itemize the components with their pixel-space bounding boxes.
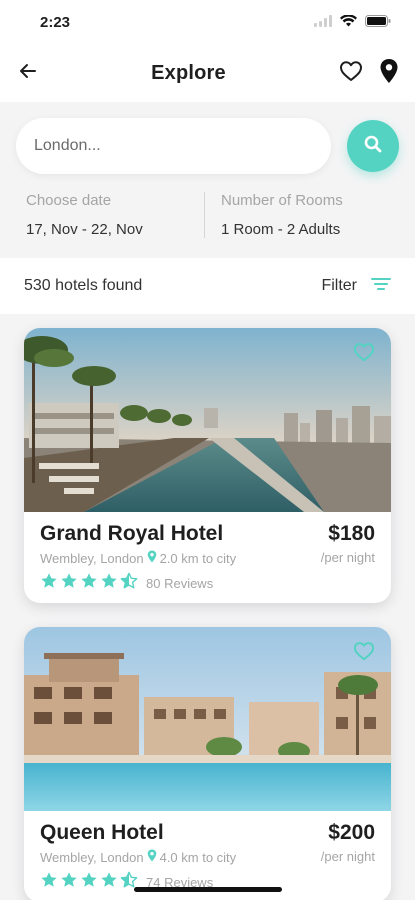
back-button[interactable] <box>18 61 38 86</box>
wifi-icon <box>340 13 357 31</box>
hotel-location: Wembley, London <box>40 550 144 566</box>
hotel-price: $200 <box>328 821 375 844</box>
hotel-rating: 80 Reviews <box>40 572 236 595</box>
home-indicator <box>133 887 282 892</box>
star-icon <box>80 572 98 595</box>
hotel-name: Queen Hotel <box>40 821 164 844</box>
heart-outline-icon <box>353 343 375 366</box>
arrow-left-icon <box>18 61 38 86</box>
hotel-image <box>24 627 391 811</box>
price-unit: /per night <box>320 849 375 864</box>
hotel-favorite-button[interactable] <box>353 342 375 367</box>
hotel-card[interactable]: Grand Royal Hotel Wembley, London 2.0 km… <box>24 328 391 603</box>
nav-bar: Explore <box>0 44 415 102</box>
app-header: 2:23 Explore <box>0 0 415 102</box>
star-icon <box>60 871 78 894</box>
map-button[interactable] <box>379 58 399 89</box>
hotel-price-block: $180 /per night <box>321 522 375 595</box>
search-button[interactable] <box>347 120 399 172</box>
hotel-image <box>24 328 391 512</box>
heart-outline-icon <box>353 642 375 665</box>
nav-actions <box>339 58 399 89</box>
star-icon <box>60 572 78 595</box>
filter-lines-icon <box>371 276 391 297</box>
rooms-picker[interactable]: Number of Rooms 1 Room - 2 Adults <box>204 192 399 238</box>
filter-panel: Choose date 17, Nov - 22, Nov Number of … <box>16 174 399 258</box>
star-icon <box>40 871 58 894</box>
price-unit: /per night <box>320 550 375 565</box>
rooftop-pool-photo <box>24 328 391 512</box>
rooms-label: Number of Rooms <box>221 192 343 209</box>
resort-pool-photo <box>24 627 391 811</box>
hotel-location-row: Wembley, London 4.0 km to city <box>40 849 236 865</box>
status-icons <box>314 13 391 31</box>
star-icon <box>80 871 98 894</box>
date-label: Choose date <box>26 192 112 209</box>
hotel-name: Grand Royal Hotel <box>40 522 224 545</box>
hotel-favorite-button[interactable] <box>353 641 375 666</box>
hotel-price-block: $200 /per night <box>321 821 375 894</box>
battery-icon <box>365 14 391 31</box>
hotel-card[interactable]: Queen Hotel Wembley, London 4.0 km to ci… <box>24 627 391 900</box>
star-icon <box>100 871 118 894</box>
hotel-distance: 2.0 km to city <box>159 550 237 566</box>
map-pin-icon <box>147 550 157 566</box>
hotel-location-row: Wembley, London 2.0 km to city <box>40 550 236 566</box>
search-input[interactable] <box>16 118 331 174</box>
status-time: 2:23 <box>40 13 71 31</box>
results-bar: 530 hotels found Filter <box>0 258 415 314</box>
hotel-details: Grand Royal Hotel Wembley, London 2.0 km… <box>40 522 236 595</box>
filter-button[interactable]: Filter <box>321 276 391 297</box>
favorites-button[interactable] <box>339 60 363 87</box>
hotel-info: Grand Royal Hotel Wembley, London 2.0 km… <box>24 512 391 603</box>
hotel-reviews: 80 Reviews <box>146 576 214 591</box>
date-picker[interactable]: Choose date 17, Nov - 22, Nov <box>26 192 204 238</box>
hotel-list: Grand Royal Hotel Wembley, London 2.0 km… <box>0 314 415 900</box>
signal-icon <box>314 14 332 31</box>
rooms-value: 1 Room - 2 Adults <box>221 221 341 238</box>
hotel-distance: 4.0 km to city <box>159 849 237 865</box>
map-pin-icon <box>147 849 157 865</box>
page-title: Explore <box>151 61 226 84</box>
star-icon <box>100 572 118 595</box>
filter-label: Filter <box>321 277 357 294</box>
hotel-price: $180 <box>328 522 375 545</box>
location-pin-icon <box>379 58 399 89</box>
results-count: 530 hotels found <box>24 277 143 294</box>
star-half-icon <box>120 572 138 595</box>
status-bar: 2:23 <box>0 0 415 44</box>
hotel-details: Queen Hotel Wembley, London 4.0 km to ci… <box>40 821 236 894</box>
heart-icon <box>339 60 363 87</box>
date-value: 17, Nov - 22, Nov <box>26 221 143 238</box>
star-icon <box>40 572 58 595</box>
hotel-location: Wembley, London <box>40 849 144 865</box>
search-area: Choose date 17, Nov - 22, Nov Number of … <box>0 102 415 258</box>
search-icon <box>363 134 383 159</box>
search-row <box>16 118 399 174</box>
